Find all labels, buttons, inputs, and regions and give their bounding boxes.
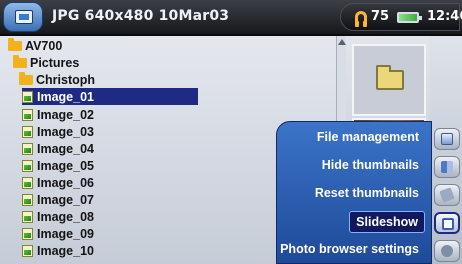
image-file-icon: [22, 142, 33, 155]
folder-label: Pictures: [30, 55, 80, 70]
hide-thumbnails-icon[interactable]: [434, 156, 460, 178]
image-file-icon: [22, 244, 33, 257]
file-label: Image_05: [37, 158, 94, 173]
list-item-image-05[interactable]: Image_05: [22, 157, 94, 174]
volume-level: 75: [371, 9, 390, 24]
scroll-up-icon[interactable]: [338, 39, 346, 45]
clock: 12:46: [427, 9, 462, 24]
reset-thumbnails-icon[interactable]: [434, 184, 460, 206]
file-label: Image_09: [37, 226, 94, 241]
folder-icon: [13, 54, 27, 68]
folder-icon: [8, 37, 22, 51]
folder-row-christoph[interactable]: Christoph: [19, 71, 95, 88]
list-item-image-06[interactable]: Image_06: [22, 174, 94, 191]
folder-icon: [19, 71, 33, 85]
top-bar: JPG 640x480 10Mar03 75 12:46: [0, 0, 462, 36]
image-file-icon: [22, 108, 33, 121]
file-label: Image_01: [37, 89, 94, 104]
file-label: Image_06: [37, 175, 94, 190]
list-item-image-01[interactable]: Image_01: [22, 88, 198, 105]
image-file-icon: [22, 227, 33, 240]
file-label: Image_08: [37, 209, 94, 224]
image-file-icon: [22, 193, 33, 206]
image-file-icon: [22, 210, 33, 223]
status-area: 75 12:46: [340, 3, 462, 31]
folder-thumbnail: [352, 44, 426, 116]
folder-row-pictures[interactable]: Pictures: [13, 54, 79, 71]
list-item-image-07[interactable]: Image_07: [22, 191, 94, 208]
menu-item-hide-thumbnails[interactable]: Hide thumbnails: [316, 155, 425, 175]
menu-item-file-management[interactable]: File management: [311, 127, 425, 147]
context-menu: File management Hide thumbnails Reset th…: [276, 121, 432, 264]
slideshow-icon[interactable]: [434, 212, 460, 234]
folder-row-av700[interactable]: AV700: [8, 37, 62, 54]
list-item-image-04[interactable]: Image_04: [22, 140, 94, 157]
image-file-icon: [22, 125, 33, 138]
list-item-image-03[interactable]: Image_03: [22, 123, 94, 140]
file-label: Image_10: [37, 243, 94, 258]
image-file-icon: [22, 90, 33, 103]
menu-item-slideshow[interactable]: Slideshow: [349, 211, 425, 233]
action-sidebar: [430, 36, 462, 264]
file-label: Image_03: [37, 124, 94, 139]
menu-item-photo-browser-settings[interactable]: Photo browser settings: [274, 239, 425, 259]
list-item-image-10[interactable]: Image_10: [22, 242, 94, 259]
file-info-title: JPG 640x480 10Mar03: [52, 8, 230, 24]
menu-item-reset-thumbnails[interactable]: Reset thumbnails: [309, 183, 425, 203]
file-label: Image_04: [37, 141, 94, 156]
image-file-icon: [22, 159, 33, 172]
list-item-image-08[interactable]: Image_08: [22, 208, 94, 225]
folder-label: Christoph: [36, 72, 96, 87]
settings-icon[interactable]: [434, 240, 460, 262]
folder-label: AV700: [25, 38, 63, 53]
list-item-image-02[interactable]: Image_02: [22, 106, 94, 123]
folder-icon: [376, 65, 404, 90]
file-label: Image_07: [37, 192, 94, 207]
battery-icon: [397, 12, 422, 23]
file-management-icon[interactable]: [434, 128, 460, 150]
list-item-image-09[interactable]: Image_09: [22, 225, 94, 242]
file-label: Image_02: [37, 107, 94, 122]
headphones-icon: [355, 11, 367, 27]
image-file-icon: [22, 176, 33, 189]
photo-app-icon[interactable]: [3, 2, 43, 32]
